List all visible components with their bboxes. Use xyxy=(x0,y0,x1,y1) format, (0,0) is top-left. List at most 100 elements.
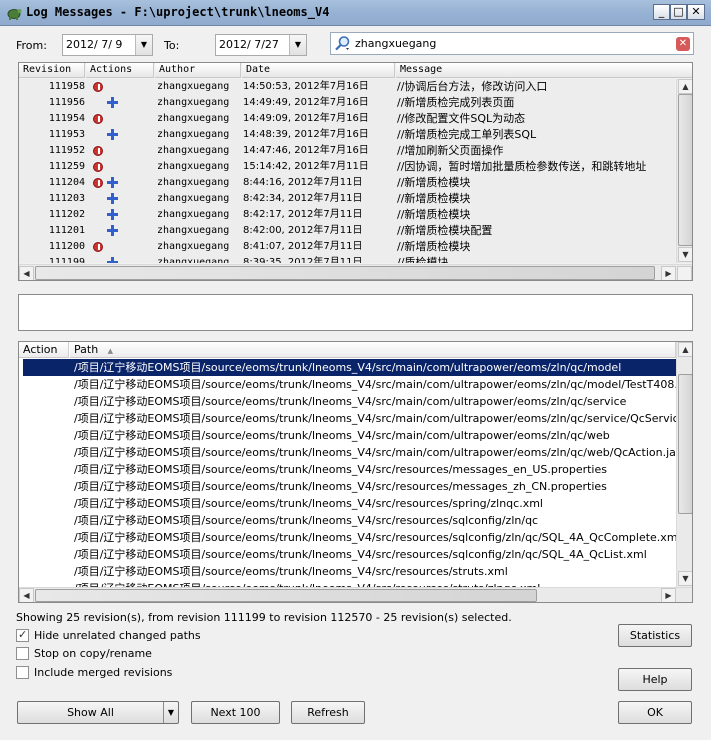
actions-cell xyxy=(91,239,153,255)
hide-unrelated-checkbox[interactable] xyxy=(16,628,29,642)
column-header-date[interactable]: Date xyxy=(242,63,395,78)
path-row[interactable]: /项目/辽宁移动EOMS项目/source/eoms/trunk/lneoms_… xyxy=(19,410,676,427)
actions-cell xyxy=(91,159,153,175)
column-header-message[interactable]: Message xyxy=(396,63,692,78)
column-header-author[interactable]: Author xyxy=(155,63,241,78)
show-all-button[interactable]: Show All ▼ xyxy=(17,701,179,724)
message-cell: //增加刷新父页面操作 xyxy=(397,144,504,157)
scroll-left-icon[interactable]: ◀ xyxy=(19,266,34,280)
search-input[interactable]: zhangxuegang ✕ xyxy=(330,32,694,55)
to-label: To: xyxy=(164,39,180,52)
author-cell: zhangxuegang xyxy=(157,145,230,156)
title-bar[interactable]: Log Messages - F:\uproject\trunk\lneoms_… xyxy=(0,0,711,26)
date-cell: 8:42:00, 2012年7月11日 xyxy=(243,225,363,236)
path-row[interactable]: /项目/辽宁移动EOMS项目/source/eoms/trunk/lneoms_… xyxy=(23,359,676,376)
maximize-button[interactable]: □ xyxy=(670,4,687,20)
scroll-up-icon[interactable]: ▲ xyxy=(678,79,692,94)
log-row[interactable]: 111202 zhangxuegang 8:42:17, 2012年7月11日 //新… xyxy=(19,207,675,223)
log-row[interactable]: 111954 zhangxuegang 14:49:09, 2012年7月16日 //… xyxy=(19,111,675,127)
scroll-thumb[interactable] xyxy=(678,374,692,514)
scroll-down-icon[interactable]: ▼ xyxy=(678,247,692,262)
added-action-icon xyxy=(107,97,118,108)
minimize-button[interactable]: _ xyxy=(653,4,670,20)
path-row[interactable]: /项目/辽宁移动EOMS项目/source/eoms/trunk/lneoms_… xyxy=(19,393,676,410)
log-dialog: From: 2012/ 7/ 9 ▼ To: 2012/ 7/27 ▼ zhan… xyxy=(6,26,706,740)
path-row[interactable]: /项目/辽宁移动EOMS项目/source/eoms/trunk/lneoms_… xyxy=(19,376,676,393)
magnifier-icon[interactable] xyxy=(334,35,352,52)
log-row[interactable]: 111958 zhangxuegang 14:50:53, 2012年7月16日 //… xyxy=(19,79,675,95)
ok-button[interactable]: OK xyxy=(618,701,692,724)
paths-vertical-scrollbar[interactable]: ▲ ▼ xyxy=(676,342,692,587)
log-horizontal-scrollbar[interactable]: ◀ ▶ xyxy=(19,264,692,280)
message-cell: //协调后台方法，修改访问入口 xyxy=(397,80,548,93)
log-row[interactable]: 111201 zhangxuegang 8:42:00, 2012年7月11日 //新… xyxy=(19,223,675,239)
log-row[interactable]: 111204 zhangxuegang 8:44:16, 2012年7月11日 //新… xyxy=(19,175,675,191)
from-date-dropdown-icon[interactable]: ▼ xyxy=(135,35,152,55)
path-row[interactable]: /项目/辽宁移动EOMS项目/source/eoms/trunk/lneoms_… xyxy=(19,444,676,461)
scroll-thumb[interactable] xyxy=(35,266,655,280)
path-row[interactable]: /项目/辽宁移动EOMS项目/source/eoms/trunk/lneoms_… xyxy=(19,427,676,444)
path-row[interactable]: /项目/辽宁移动EOMS项目/source/eoms/trunk/lneoms_… xyxy=(19,461,676,478)
log-row[interactable]: 111953 zhangxuegang 14:48:39, 2012年7月16日 //… xyxy=(19,127,675,143)
date-cell: 14:50:53, 2012年7月16日 xyxy=(243,81,369,92)
stop-on-copy-checkbox[interactable] xyxy=(16,647,29,660)
log-vertical-scrollbar[interactable]: ▲ ▼ xyxy=(676,79,692,263)
path-row[interactable]: /项目/辽宁移动EOMS项目/source/eoms/trunk/lneoms_… xyxy=(19,478,676,495)
path-row[interactable]: /项目/辽宁移动EOMS项目/source/eoms/trunk/lneoms_… xyxy=(19,546,676,563)
refresh-button[interactable]: Refresh xyxy=(291,701,365,724)
actions-cell xyxy=(91,207,153,223)
show-all-dropdown-icon[interactable]: ▼ xyxy=(163,702,178,723)
deleted-action-icon xyxy=(93,146,103,156)
scroll-up-icon[interactable]: ▲ xyxy=(678,342,692,357)
log-row[interactable]: 111956 zhangxuegang 14:49:49, 2012年7月16日 //… xyxy=(19,95,675,111)
column-header-action[interactable]: Action xyxy=(19,342,69,358)
next-100-button[interactable]: Next 100 xyxy=(191,701,280,724)
added-action-icon xyxy=(107,177,118,188)
author-cell: zhangxuegang xyxy=(157,225,230,236)
help-button[interactable]: Help xyxy=(618,668,692,691)
close-button[interactable]: ✕ xyxy=(687,4,705,20)
paths-horizontal-scrollbar[interactable]: ◀ ▶ xyxy=(19,587,692,602)
message-cell: //新增质检模块 xyxy=(397,176,471,189)
added-action-icon xyxy=(107,257,118,263)
log-row[interactable]: 111200 zhangxuegang 8:41:07, 2012年7月11日 //新… xyxy=(19,239,675,255)
path-row[interactable]: /项目/辽宁移动EOMS项目/source/eoms/trunk/lneoms_… xyxy=(19,580,676,587)
scroll-down-icon[interactable]: ▼ xyxy=(678,571,692,586)
revision-cell: 111956 xyxy=(48,97,85,108)
log-row[interactable]: 111952 zhangxuegang 14:47:46, 2012年7月16日 //… xyxy=(19,143,675,159)
clear-search-icon[interactable]: ✕ xyxy=(676,37,690,51)
revision-cell: 111199 xyxy=(48,257,85,263)
author-cell: zhangxuegang xyxy=(157,161,230,172)
scroll-thumb[interactable] xyxy=(678,94,692,246)
statistics-button[interactable]: Statistics xyxy=(618,624,692,647)
changed-paths-list[interactable]: Action Path ▲ /项目/辽宁移动EOMS项目/source/eoms… xyxy=(18,341,693,603)
log-row[interactable]: 111203 zhangxuegang 8:42:34, 2012年7月11日 //新… xyxy=(19,191,675,207)
log-list[interactable]: Revision Actions Author Date Message 111… xyxy=(18,62,693,281)
log-row[interactable]: 111199 zhangxuegang 8:39:35, 2012年7月11日 //质… xyxy=(19,255,675,263)
path-row[interactable]: /项目/辽宁移动EOMS项目/source/eoms/trunk/lneoms_… xyxy=(19,495,676,512)
path-row[interactable]: /项目/辽宁移动EOMS项目/source/eoms/trunk/lneoms_… xyxy=(19,563,676,580)
from-date-picker[interactable]: 2012/ 7/ 9 ▼ xyxy=(62,34,153,56)
date-cell: 14:49:49, 2012年7月16日 xyxy=(243,97,369,108)
scroll-right-icon[interactable]: ▶ xyxy=(661,588,676,602)
column-header-path[interactable]: Path ▲ xyxy=(70,342,676,358)
include-merged-checkbox[interactable] xyxy=(16,666,29,679)
log-message-box[interactable] xyxy=(18,294,693,331)
to-date-dropdown-icon[interactable]: ▼ xyxy=(289,35,306,55)
include-merged-label: Include merged revisions xyxy=(34,666,173,679)
scroll-thumb[interactable] xyxy=(35,589,537,602)
path-row[interactable]: /项目/辽宁移动EOMS项目/source/eoms/trunk/lneoms_… xyxy=(19,512,676,529)
deleted-action-icon xyxy=(93,178,103,188)
message-cell: //新增质检模块 xyxy=(397,208,471,221)
column-header-actions[interactable]: Actions xyxy=(86,63,154,78)
path-rows: /项目/辽宁移动EOMS项目/source/eoms/trunk/lneoms_… xyxy=(19,359,676,587)
from-label: From: xyxy=(16,39,47,52)
actions-cell xyxy=(91,191,153,207)
scroll-left-icon[interactable]: ◀ xyxy=(19,588,34,602)
to-date-picker[interactable]: 2012/ 7/27 ▼ xyxy=(215,34,307,56)
scroll-right-icon[interactable]: ▶ xyxy=(661,266,676,280)
column-header-revision[interactable]: Revision xyxy=(19,63,85,78)
log-row[interactable]: 111259 zhangxuegang 15:14:42, 2012年7月11日 //… xyxy=(19,159,675,175)
path-row[interactable]: /项目/辽宁移动EOMS项目/source/eoms/trunk/lneoms_… xyxy=(19,529,676,546)
actions-cell xyxy=(91,143,153,159)
